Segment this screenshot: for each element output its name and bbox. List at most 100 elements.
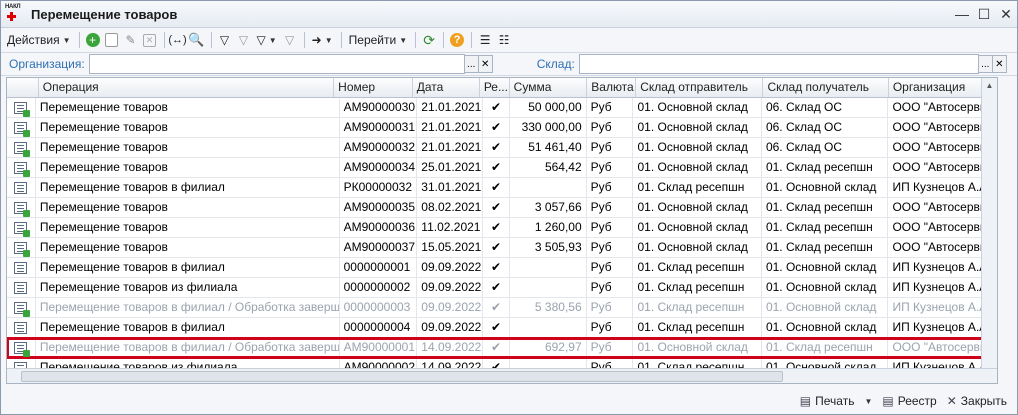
close-button[interactable]: ✕ Закрыть (947, 394, 1007, 408)
cell-num: АМ90000035 (340, 198, 418, 217)
table-row[interactable]: Перемещение товаров АМ90000035 08.02.2021 ✔… (7, 198, 997, 218)
goto-menu[interactable]: Перейти ▼ (346, 30, 410, 50)
row-icon-cell (7, 138, 36, 157)
cell-to: 01. Склад ресепшн (762, 158, 889, 177)
checkmark-icon: ✔ (483, 338, 510, 357)
cell-sum: 3 505,93 (510, 238, 587, 257)
clear-button[interactable]: ✕ (478, 55, 493, 73)
clear-filter-icon[interactable]: ▽ (281, 30, 299, 50)
cell-cur: Руб (587, 198, 634, 217)
cell-cur: Руб (587, 118, 634, 137)
toolbar-divider (340, 32, 342, 48)
toolbar-divider (210, 32, 212, 48)
registry-button[interactable]: ▤ Реестр (882, 394, 936, 408)
cell-op: Перемещение товаров (36, 98, 340, 117)
table-row[interactable]: Перемещение товаров в филиал 0000000004 09… (7, 318, 997, 338)
cell-cur: Руб (587, 158, 634, 177)
print-button[interactable]: ▤ Печать ▼ (800, 394, 873, 408)
filter-list-icon[interactable]: ▽ ▼ (254, 30, 280, 50)
select-button[interactable]: ... (978, 55, 993, 73)
document-icon (14, 301, 31, 317)
chevron-down-icon: ▼ (268, 35, 277, 45)
cell-cur: Руб (587, 238, 634, 257)
table-row[interactable]: Перемещение товаров из филиала 0000000002… (7, 278, 997, 298)
document-icon (14, 281, 28, 294)
hierarchy-icon[interactable]: ☰ (476, 30, 494, 50)
cell-to: 01. Основной склад (762, 298, 889, 317)
cell-num: АМ90000030 (340, 98, 418, 117)
edit-icon[interactable]: ✎ (122, 30, 140, 50)
table-row[interactable]: Перемещение товаров АМ90000031 21.01.2021 ✔… (7, 118, 997, 138)
table-row[interactable]: Перемещение товаров АМ90000037 15.05.2021 ✔… (7, 238, 997, 258)
cell-cur: Руб (587, 338, 634, 357)
cell-op: Перемещение товаров (36, 238, 340, 257)
filter-bar: Организация: ... ✕ Склад: ... ✕ (1, 53, 1017, 76)
add-icon[interactable]: + (84, 30, 102, 50)
checkmark-icon: ✔ (483, 178, 510, 197)
column-header[interactable]: Склад отправитель (636, 78, 764, 97)
cell-num: АМ90000001 (340, 338, 418, 357)
checkmark-icon: ✔ (483, 218, 510, 237)
find-icon[interactable]: 🔍 (188, 30, 206, 50)
copy-icon[interactable] (103, 30, 121, 50)
table-row[interactable]: Перемещение товаров АМ90000034 25.01.2021 ✔… (7, 158, 997, 178)
cell-from: 01. Склад ресепшн (633, 298, 762, 317)
refresh-icon[interactable]: ⟳ (420, 30, 438, 50)
table-row[interactable]: Перемещение товаров в филиал 0000000001 09… (7, 258, 997, 278)
delete-icon[interactable]: ✕ (141, 30, 159, 50)
table-row[interactable]: Перемещение товаров АМ90000032 21.01.2021 ✔… (7, 138, 997, 158)
clear-button[interactable]: ✕ (992, 55, 1007, 73)
filter-icon[interactable]: ▽ (216, 30, 234, 50)
cell-from: 01. Склад ресепшн (633, 278, 762, 297)
cell-op: Перемещение товаров из филиала (36, 278, 340, 297)
column-header[interactable]: Ре... (480, 78, 510, 97)
registry-label: Реестр (897, 394, 937, 408)
table-row[interactable]: Перемещение товаров в филиал / Обработка… (7, 298, 997, 318)
row-icon-cell (7, 178, 36, 197)
documents-table[interactable]: Операция Номер Дата Ре... Сумма Валюта Склад о… (6, 77, 998, 384)
cell-num: РК00000032 (340, 178, 418, 197)
table-row[interactable]: Перемещение товаров в филиал / Обработка… (7, 337, 997, 359)
chevron-down-icon[interactable]: ▼ (864, 397, 872, 406)
cell-to: 01. Склад ресепшн (762, 218, 889, 237)
column-header[interactable]: Сумма (510, 78, 588, 97)
scroll-thumb[interactable] (21, 371, 783, 382)
column-header[interactable]: Дата (413, 78, 480, 97)
cell-cur: Руб (587, 318, 634, 337)
cell-num: АМ90000034 (340, 158, 418, 177)
toolbar: Действия ▼ + ✎ ✕ (↔) 🔍 ▽ ▽ ▽ ▼ ▽ ➜ ▼ Перейт… (1, 28, 1017, 53)
checkmark-icon: ✔ (483, 278, 510, 297)
warehouse-filter-input[interactable] (578, 54, 979, 74)
help-icon[interactable]: ? (448, 30, 466, 50)
cell-from: 01. Основной склад (633, 338, 762, 357)
cell-date: 09.09.2022 (417, 318, 484, 337)
table-row[interactable]: Перемещение товаров АМ90000036 11.02.2021 ✔… (7, 218, 997, 238)
table-row[interactable]: Перемещение товаров АМ90000030 21.01.2021 ✔… (7, 98, 997, 118)
post-icon[interactable]: (↔) (168, 30, 186, 50)
cell-op: Перемещение товаров (36, 138, 340, 157)
column-header[interactable]: Валюта (587, 78, 637, 97)
document-icon (14, 181, 28, 194)
org-filter-input[interactable] (88, 54, 465, 74)
main-window: НАКЛ Перемещение товаров — ☐ ✕ Действия ▼… (0, 0, 1018, 415)
filter-value-icon[interactable]: ▽ (235, 30, 253, 50)
cell-date: 21.01.2021 (417, 98, 484, 117)
toolbar-divider (415, 32, 417, 48)
scroll-up-icon[interactable]: ▲ (982, 78, 997, 93)
minimize-icon[interactable]: — (951, 4, 973, 24)
table-row[interactable]: Перемещение товаров в филиал РК00000032 31… (7, 178, 997, 198)
checkmark-icon: ✔ (483, 158, 510, 177)
actions-menu[interactable]: Действия ▼ (4, 30, 74, 50)
list-settings-icon[interactable]: ☷ (495, 30, 513, 50)
maximize-icon[interactable]: ☐ (973, 4, 995, 24)
title-bar: НАКЛ Перемещение товаров — ☐ ✕ (1, 1, 1017, 28)
horizontal-scrollbar[interactable] (7, 368, 997, 383)
export-icon[interactable]: ➜ ▼ (309, 30, 336, 50)
column-header[interactable]: Операция (39, 78, 335, 97)
select-button[interactable]: ... (464, 55, 479, 73)
column-header[interactable]: Склад получатель (763, 78, 889, 97)
column-header[interactable]: Номер (334, 78, 413, 97)
vertical-scrollbar[interactable]: ▲ ▼ (981, 78, 997, 383)
close-icon[interactable]: ✕ (995, 4, 1017, 24)
cell-date: 09.09.2022 (417, 278, 484, 297)
